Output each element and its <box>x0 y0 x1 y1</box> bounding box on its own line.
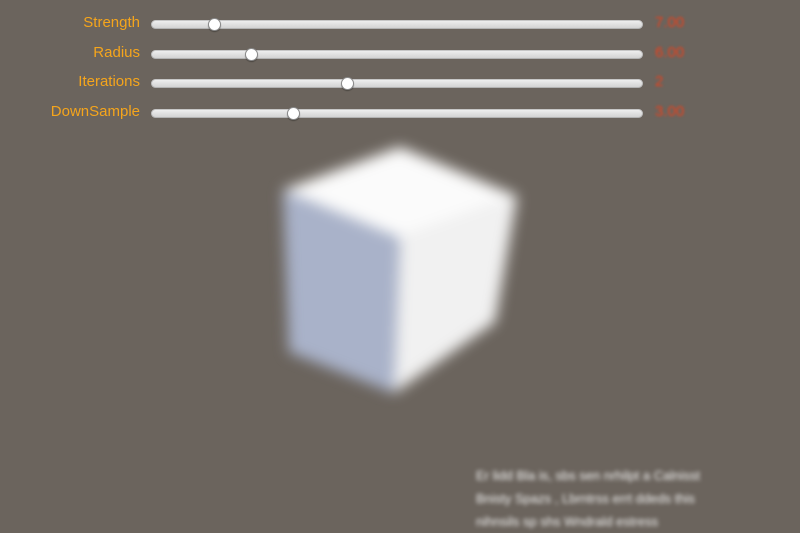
radius-slider-thumb[interactable] <box>245 47 259 61</box>
slider-row-radius: Radius 6.00 <box>0 40 800 70</box>
downsample-label: DownSample <box>50 102 140 120</box>
downsample-value: 3.00 <box>655 102 685 120</box>
cube-left-face <box>283 190 400 393</box>
slider-row-iterations: Iterations 2 <box>0 69 800 99</box>
cube-top-face <box>283 147 517 238</box>
slider-row-strength: Strength 7.00 <box>0 10 800 40</box>
downsample-slider[interactable] <box>151 106 643 120</box>
strength-label: Strength <box>83 14 140 31</box>
radius-label: Radius <box>93 43 140 61</box>
iterations-value: 2 <box>655 73 664 90</box>
strength-value: 7.00 <box>655 14 685 31</box>
radius-value: 6.00 <box>655 43 685 61</box>
info-text: Er lidd Bla is, sbs sen nrhilpt a Calnis… <box>476 468 700 529</box>
radius-slider[interactable] <box>151 47 643 61</box>
cube-right-face <box>394 196 517 393</box>
iterations-slider-thumb[interactable] <box>341 77 355 90</box>
iterations-label: Iterations <box>78 73 140 90</box>
iterations-slider[interactable] <box>151 77 643 90</box>
strength-slider-thumb[interactable] <box>208 18 222 31</box>
slider-row-downsample: DownSample 3.00 <box>0 99 800 129</box>
blur-settings-panel: Strength 7.00 Radius 6.00 Iterations 2 D… <box>0 10 800 128</box>
downsample-slider-thumb[interactable] <box>287 106 301 120</box>
strength-slider[interactable] <box>151 18 643 31</box>
